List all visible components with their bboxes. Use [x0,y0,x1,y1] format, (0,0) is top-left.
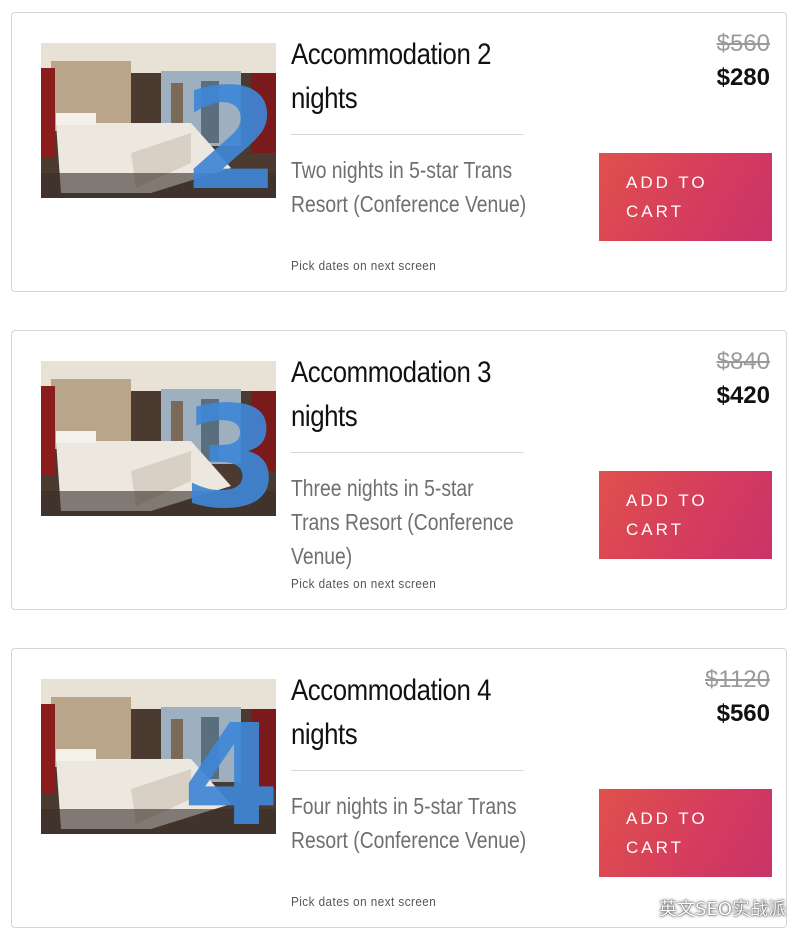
add-to-cart-button[interactable]: ADD TO CART [599,471,772,559]
product-card-3-nights: 3 Accommodation 3 nights Three nights in… [11,330,787,610]
button-label-line1: ADD TO [626,809,708,828]
product-title[interactable]: Accommodation 2 nights [291,33,515,121]
button-label-line1: ADD TO [626,491,708,510]
hotel-room-image[interactable]: 4 [41,679,276,834]
date-note: Pick dates on next screen [291,894,437,909]
product-title[interactable]: Accommodation 3 nights [291,351,515,439]
date-note: Pick dates on next screen [291,576,437,591]
product-title-line2: nights [291,82,358,115]
product-description: Three nights in 5-star Trans Resort (Con… [291,475,514,569]
overlay-number: 2 [182,59,276,199]
product-title-line2: nights [291,718,358,751]
date-note: Pick dates on next screen [291,258,437,273]
divider [291,134,524,135]
product-description: Four nights in 5-star Trans Resort (Conf… [291,793,527,853]
original-price: $1120 [705,666,770,693]
product-description: Two nights in 5-star Trans Resort (Confe… [291,157,527,217]
button-label-line1: ADD TO [626,173,708,192]
original-price: $840 [716,348,770,375]
product-title-line2: nights [291,400,358,433]
hotel-room-image[interactable]: 3 [41,361,276,516]
watermark: 英文SEO实战派 [625,888,786,928]
button-label-line2: CART [626,202,684,221]
hotel-room-image[interactable]: 2 [41,43,276,198]
add-to-cart-button[interactable]: ADD TO CART [599,789,772,877]
overlay-number: 3 [182,377,276,517]
product-card-4-nights: 4 Accommodation 4 nights Four nights in … [11,648,787,928]
wechat-icon [625,897,653,919]
divider [291,770,524,771]
divider [291,452,524,453]
product-title[interactable]: Accommodation 4 nights [291,669,515,757]
add-to-cart-button[interactable]: ADD TO CART [599,153,772,241]
product-title-line1: Accommodation 4 [291,674,492,707]
product-title-line1: Accommodation 3 [291,356,492,389]
sale-price: $420 [716,382,770,409]
original-price: $560 [716,30,770,57]
product-card-2-nights: 2 Accommodation 2 nights Two nights in 5… [11,12,787,292]
button-label-line2: CART [626,520,684,539]
product-title-line1: Accommodation 2 [291,38,492,71]
sale-price: $560 [716,700,770,727]
watermark-text: 英文SEO实战派 [659,899,786,920]
overlay-number: 4 [182,695,276,835]
sale-price: $280 [716,64,770,91]
button-label-line2: CART [626,838,684,857]
